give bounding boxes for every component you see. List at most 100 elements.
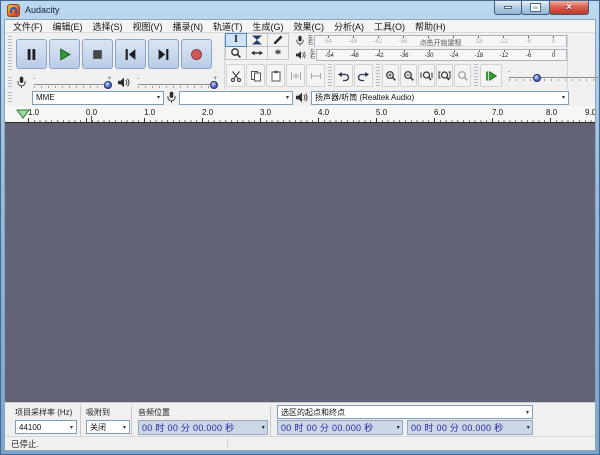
- menu-analyze[interactable]: 分析(A): [329, 20, 369, 33]
- ibeam-icon: I: [234, 34, 238, 45]
- toolbar-grip[interactable]: [474, 64, 478, 87]
- stop-button[interactable]: [82, 39, 113, 69]
- envelope-tool-button[interactable]: [246, 33, 268, 47]
- multi-tool-button[interactable]: *: [267, 46, 289, 60]
- paste-button[interactable]: [266, 64, 285, 87]
- pause-icon: [27, 48, 36, 60]
- close-icon: ×: [566, 1, 572, 13]
- zoom-toggle-icon: [457, 70, 468, 81]
- chevron-down-icon: ▾: [69, 424, 73, 431]
- maximize-button[interactable]: [521, 1, 550, 15]
- play-speed-slider[interactable]: - +: [506, 69, 600, 83]
- skip-to-start-icon: [125, 48, 136, 60]
- zoom-tool-button[interactable]: [225, 46, 247, 60]
- toolbar-grip[interactable]: [328, 64, 332, 87]
- playback-meter-scale[interactable]: -54 -48 -42 -36 -30 -24 -18 -12 -6 0: [316, 48, 567, 61]
- time-shift-tool-button[interactable]: [246, 46, 268, 60]
- ruler-label: 2.0: [202, 108, 214, 117]
- chevron-down-icon: ▾: [122, 424, 126, 431]
- track-area[interactable]: [5, 123, 595, 402]
- menu-help[interactable]: 帮助(H): [410, 20, 451, 33]
- selection-tool-button[interactable]: I: [225, 33, 247, 47]
- undo-button[interactable]: [334, 64, 353, 87]
- snap-to-value: 关闭: [90, 422, 106, 432]
- recording-meter[interactable]: 左 右 -54 -48 -42 -36 -30 -24 -18 -12 -6 0: [293, 34, 567, 48]
- zoom-out-icon: [403, 70, 414, 81]
- timeline-ruler[interactable]: 1.0 0.0 1.0 2.0 3.0 4.0 5.0 6.0 7.0 8.0 …: [5, 106, 595, 123]
- fit-selection-icon: [420, 70, 433, 80]
- cut-button[interactable]: [226, 64, 245, 87]
- recording-volume-thumb[interactable]: [104, 81, 112, 89]
- fit-selection-button[interactable]: [418, 64, 435, 87]
- zoom-in-button[interactable]: [382, 64, 399, 87]
- trim-outside-selection-button[interactable]: [286, 64, 305, 87]
- skip-to-end-button[interactable]: [148, 39, 179, 69]
- ruler-label: 8.0: [546, 108, 558, 117]
- play-at-speed-button[interactable]: [480, 64, 502, 87]
- draw-tool-button[interactable]: [267, 33, 289, 47]
- recording-device-select[interactable]: ▾: [179, 90, 293, 105]
- asterisk-icon: *: [274, 45, 282, 61]
- toolbar-grip[interactable]: [8, 92, 12, 103]
- skip-to-end-icon: [158, 48, 169, 60]
- monitor-hint[interactable]: 点击开始监视: [315, 37, 566, 48]
- silence-selection-button[interactable]: [306, 64, 325, 87]
- redo-button[interactable]: [354, 64, 373, 87]
- edit-toolbar: - +: [226, 62, 600, 89]
- menu-view[interactable]: 视图(V): [128, 20, 168, 33]
- selection-range-mode-select[interactable]: 选区的起点和终点 ▾: [277, 405, 533, 419]
- menu-effect[interactable]: 效果(C): [289, 20, 330, 33]
- selection-end-display[interactable]: 00 时 00 分 00.000 秒 ▾: [407, 420, 533, 435]
- snap-to-select[interactable]: 关闭 ▾: [86, 420, 130, 434]
- audio-position-value: 00 时 00 分 00.000 秒: [142, 423, 235, 433]
- menu-file[interactable]: 文件(F): [8, 20, 48, 33]
- record-button[interactable]: [181, 39, 212, 69]
- menu-tools[interactable]: 工具(O): [369, 20, 410, 33]
- project-rate-label: 项目采样率 (Hz): [15, 408, 73, 417]
- skip-to-start-button[interactable]: [115, 39, 146, 69]
- ruler-label: 6.0: [434, 108, 446, 117]
- zoom-out-button[interactable]: [400, 64, 417, 87]
- speaker-icon: [296, 50, 306, 60]
- menu-select[interactable]: 选择(S): [88, 20, 128, 33]
- selection-toolbar: 项目采样率 (Hz) 吸附到 音频位置 选区的起点和终点 ▾ 44100 ▾ 关…: [5, 402, 595, 439]
- meter-channel-labels: 左 右: [310, 48, 316, 60]
- menu-tracks[interactable]: 轨道(T): [208, 20, 248, 33]
- copy-icon: [250, 70, 261, 81]
- snap-to-label: 吸附到: [86, 408, 110, 417]
- menu-edit[interactable]: 编辑(E): [48, 20, 88, 33]
- ruler-label: 9.0: [585, 108, 595, 117]
- copy-button[interactable]: [246, 64, 265, 87]
- play-icon: [60, 47, 71, 61]
- play-button[interactable]: [49, 39, 80, 69]
- zoom-toggle-button[interactable]: [454, 64, 471, 87]
- toolbar-grip[interactable]: [8, 77, 12, 88]
- close-button[interactable]: ×: [549, 1, 589, 15]
- audio-host-select[interactable]: MME ▾: [32, 90, 164, 105]
- playback-device-select[interactable]: 扬声器/听筒 (Realtek Audio) ▾: [311, 90, 569, 105]
- microphone-icon: [17, 76, 26, 89]
- selection-start-display[interactable]: 00 时 00 分 00.000 秒 ▾: [277, 420, 403, 435]
- magnifier-icon: [231, 48, 241, 58]
- minimize-button[interactable]: [494, 1, 522, 15]
- pause-button[interactable]: [16, 39, 47, 69]
- project-rate-select[interactable]: 44100 ▾: [15, 420, 77, 434]
- recording-meter-scale[interactable]: -54 -48 -42 -36 -30 -24 -18 -12 -6 0 点击开…: [314, 34, 567, 48]
- slider-min-label: -: [33, 76, 35, 82]
- toolbar-grip[interactable]: [8, 36, 12, 72]
- stop-icon: [93, 49, 102, 59]
- audio-position-display[interactable]: 00 时 00 分 00.000 秒 ▾: [138, 420, 268, 435]
- playback-volume-thumb[interactable]: [210, 81, 218, 89]
- menu-generate[interactable]: 生成(G): [248, 20, 289, 33]
- playback-meter[interactable]: 左 右 -54 -48 -42 -36 -30 -24 -18 -12 -6 0: [293, 48, 567, 61]
- play-speed-thumb[interactable]: [533, 73, 541, 82]
- pencil-icon: [274, 35, 283, 44]
- ruler-label: 3.0: [260, 108, 272, 117]
- undo-icon: [338, 71, 350, 81]
- toolbar-grip[interactable]: [376, 64, 380, 87]
- fit-project-button[interactable]: [436, 64, 453, 87]
- chevron-down-icon: ▾: [396, 425, 400, 431]
- menu-transport[interactable]: 播录(N): [168, 20, 209, 33]
- recording-volume-slider[interactable]: - +: [31, 76, 113, 89]
- playback-volume-slider[interactable]: - +: [135, 76, 219, 89]
